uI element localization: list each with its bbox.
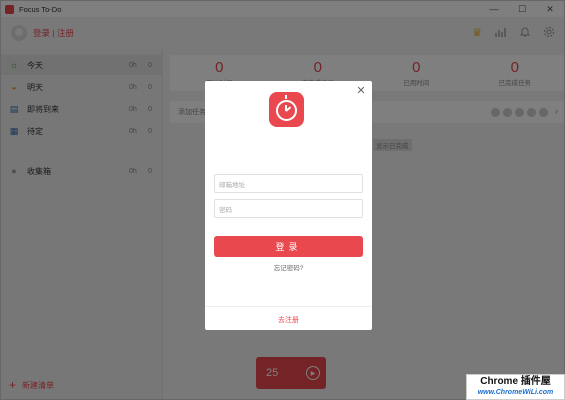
password-placeholder: 密码 [219,206,232,214]
forgot-password-link[interactable]: 忘记密码? [205,262,372,272]
login-dialog: ✕ 邮箱地址 密码 登录 忘记密码? 去注册 [205,81,372,330]
close-icon[interactable]: ✕ [355,85,367,97]
watermark: Chrome 插件屋 www.ChromeWiLi.com [466,374,565,400]
watermark-url: www.ChromeWiLi.com [477,389,554,396]
divider [205,306,372,307]
email-field[interactable]: 邮箱地址 [214,174,363,193]
register-link[interactable]: 去注册 [205,315,372,325]
watermark-title: Chrome 插件屋 [480,376,551,387]
email-placeholder: 邮箱地址 [219,181,245,189]
password-field[interactable]: 密码 [214,199,363,218]
login-button[interactable]: 登录 [214,236,363,257]
app-logo [269,92,304,127]
